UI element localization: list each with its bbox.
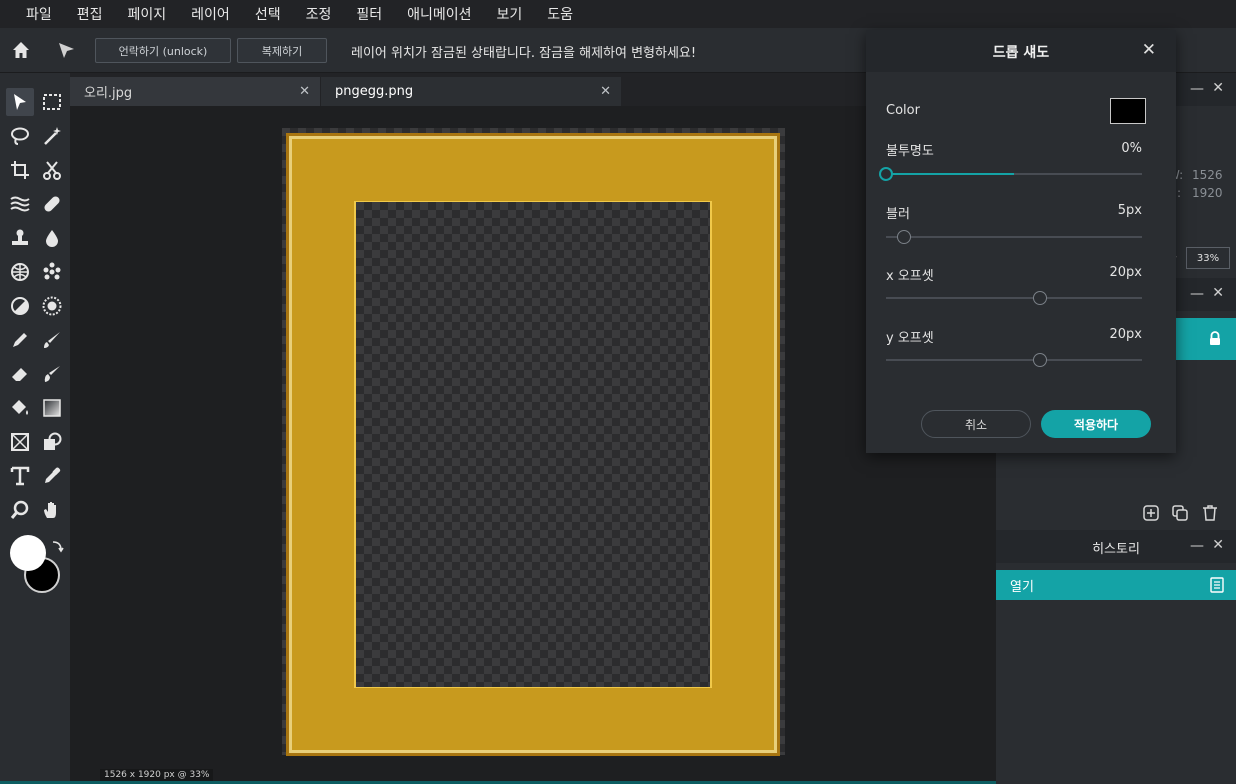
color-label: Color [886,103,920,118]
home-icon[interactable] [11,40,31,64]
tab-ori-jpg[interactable]: 오리.jpg ✕ [70,77,320,106]
bandage-icon[interactable] [38,190,66,218]
frame-transparent-center [356,202,710,687]
menu-help[interactable]: 도움 [547,4,573,24]
scissors-icon[interactable] [38,156,66,184]
document-icon [1210,577,1224,597]
tool-panel [0,73,70,784]
opacity-slider[interactable] [879,166,1142,182]
dots-icon[interactable] [38,258,66,286]
unlock-button[interactable]: 언락하기 (unlock) [95,38,231,63]
canvas-area[interactable] [70,106,996,766]
close-icon[interactable]: ✕ [1142,40,1156,60]
blur-slider[interactable] [886,229,1142,245]
close-icon[interactable]: ✕ [1212,285,1224,301]
tab-label: 오리.jpg [84,86,133,101]
x-offset-slider[interactable] [886,290,1142,306]
sharpen-icon[interactable] [38,292,66,320]
eyedropper-icon[interactable] [38,462,66,490]
menu-adjust[interactable]: 조정 [306,4,332,24]
menu-view[interactable]: 보기 [497,4,523,24]
dialog-title: 드롭 섀도 [992,45,1050,61]
marquee-select-icon[interactable] [38,88,66,116]
move-tool-icon[interactable] [6,88,34,116]
close-icon[interactable]: ✕ [299,84,310,99]
opacity-value: 0% [1121,141,1142,156]
gradient-icon[interactable] [38,394,66,422]
foreground-color-swatch[interactable] [10,535,46,571]
add-layer-icon[interactable] [1142,504,1160,526]
close-icon[interactable]: ✕ [1212,537,1224,553]
info-h-value: 1920 [1192,186,1223,200]
zoom-field[interactable]: 33% [1186,247,1230,269]
dialog-header: 드롭 섀도 ✕ [866,30,1176,72]
paint-bucket-icon[interactable] [6,394,34,422]
text-icon[interactable] [6,462,34,490]
close-icon[interactable]: ✕ [1212,80,1224,96]
history-item-label: 열기 [1010,580,1034,595]
duplicate-layer-icon[interactable] [1171,504,1189,526]
menu-edit[interactable]: 편집 [77,4,103,24]
blur-label: 블러 [886,207,910,222]
pointer-icon[interactable] [56,40,76,64]
y-offset-value: 20px [1109,327,1143,342]
duplicate-button[interactable]: 복제하기 [237,38,327,63]
history-item[interactable]: 열기 [996,570,1236,600]
history-panel-header: 히스토리 — ✕ [996,530,1236,563]
menu-layer[interactable]: 레이어 [191,4,230,24]
dodge-icon[interactable] [6,292,34,320]
blur-drop-icon[interactable] [38,224,66,252]
stamp-icon[interactable] [6,224,34,252]
x-offset-value: 20px [1109,265,1143,280]
close-icon[interactable]: ✕ [600,84,611,99]
brush-icon[interactable] [38,326,66,354]
tab-label: pngegg.png [335,84,414,99]
document-tabs: 오리.jpg ✕ pngegg.png ✕ [70,73,996,106]
pencil-icon[interactable] [6,326,34,354]
minimize-icon[interactable]: — [1190,538,1204,554]
swap-colors-icon[interactable] [50,539,64,557]
y-offset-label: y 오프셋 [886,331,934,346]
menu-animation[interactable]: 애니메이션 [407,4,471,24]
smudge-brush-icon[interactable] [38,360,66,388]
drop-shadow-dialog: 드롭 섀도 ✕ Color 불투명도 0% 블러 5px x 오프셋 20px … [866,30,1176,453]
hand-icon[interactable] [38,496,66,524]
menu-filter[interactable]: 필터 [356,4,382,24]
lasso-icon[interactable] [6,122,34,150]
tab-pngegg-png[interactable]: pngegg.png ✕ [321,77,621,106]
cancel-button[interactable]: 취소 [921,410,1031,438]
crop-icon[interactable] [6,156,34,184]
menu-file[interactable]: 파일 [26,4,52,24]
magic-wand-icon[interactable] [38,122,66,150]
menu-bar: 파일 편집 페이지 레이어 선택 조정 필터 애니메이션 보기 도움 [0,0,1236,28]
status-text: 1526 x 1920 px @ 33% [100,769,214,781]
liquify-icon[interactable] [6,190,34,218]
y-offset-slider[interactable] [886,352,1142,368]
frame-icon[interactable] [6,428,34,456]
minimize-icon[interactable]: — [1190,286,1204,302]
shadow-color-swatch[interactable] [1110,98,1146,124]
x-offset-label: x 오프셋 [886,269,934,284]
shape-icon[interactable] [38,428,66,456]
minimize-icon[interactable]: — [1190,81,1204,97]
blur-value: 5px [1117,203,1142,218]
lock-icon[interactable] [1208,331,1222,350]
menu-page[interactable]: 페이지 [128,4,167,24]
apply-button[interactable]: 적용하다 [1041,410,1151,438]
eraser-icon[interactable] [6,360,34,388]
trash-icon[interactable] [1202,504,1218,526]
opacity-label: 불투명도 [886,144,934,159]
menu-select[interactable]: 선택 [255,4,281,24]
sponge-icon[interactable] [6,258,34,286]
lock-message: 레이어 위치가 잠금된 상태랍니다. 잠금을 해제하여 변형하세요! [351,46,697,61]
zoom-icon[interactable] [6,496,34,524]
info-w-value: 1526 [1192,168,1223,182]
